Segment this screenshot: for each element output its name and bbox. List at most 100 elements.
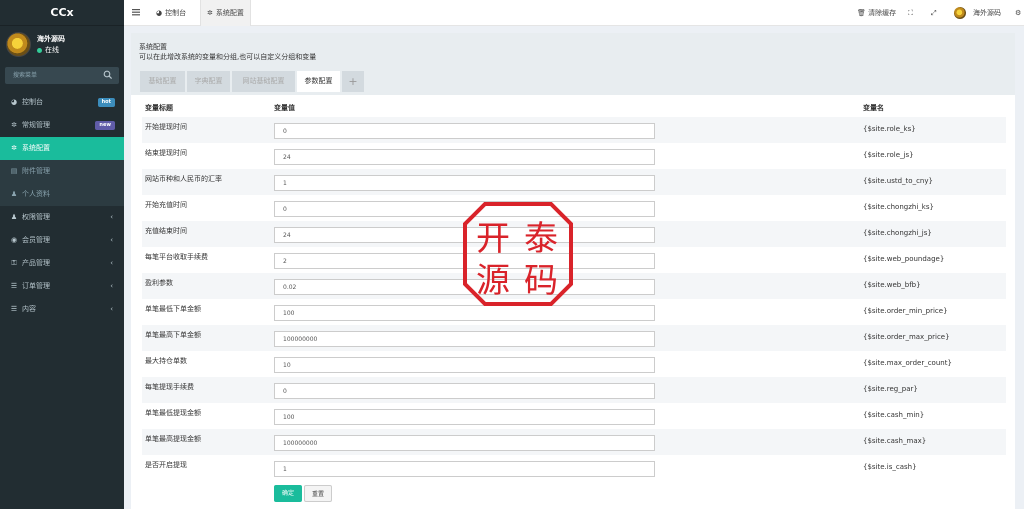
row-label: 单笔最高提现金额 [145,435,201,443]
tab-basic-config[interactable]: 基础配置 [140,71,185,92]
table-row: 结束提现时间 {$site.role_js} [142,143,1006,169]
sidebar-item-label: 系统配置 [22,144,50,152]
file-icon: ▤ [10,167,18,175]
user-name: 海外源码 [37,35,65,43]
table-row: 每笔提现手续费 {$site.reg_par} [142,377,1006,403]
reset-button[interactable]: 重置 [304,485,332,502]
row-label: 单笔最低提现金额 [145,409,201,417]
chevron-left-icon: ‹ [110,305,113,313]
row-value-input[interactable] [274,435,655,451]
list-icon: ☰ [10,282,18,290]
row-variable-name: {$site.ustd_to_cny} [863,177,933,185]
fullscreen-icon[interactable]: ⤢ [931,0,937,26]
table-row: 充值结束时间 {$site.chongzhi_js} [142,221,1006,247]
row-value-input[interactable] [274,409,655,425]
column-header-value: 变量值 [274,104,295,112]
settings-icon[interactable]: ⚙ [1015,0,1021,26]
trash-icon: 🗑︎ [857,9,866,17]
main-content: 系统配置 可以在此增改系统的变量和分组,也可以自定义分组和变量 基础配置 字典配… [131,33,1015,509]
row-label: 是否开启提现 [145,461,187,469]
watermark-stamp: 开 泰 源 码 [463,202,573,306]
row-variable-name: {$site.cash_min} [863,411,925,419]
stamp-char-2: 泰 [524,219,558,259]
row-variable-name: {$site.web_poundage} [863,255,945,263]
tab-dictionary-config[interactable]: 字典配置 [187,71,230,92]
row-value-input[interactable] [274,461,655,477]
row-variable-name: {$site.web_bfb} [863,281,921,289]
user-status-text: 在线 [45,46,59,54]
submit-button[interactable]: 确定 [274,485,302,502]
tab-site-basic-config[interactable]: 网站基础配置 [232,71,295,92]
sidebar-item-2[interactable]: ✲ 系统配置 [0,137,124,160]
sidebar-item-7[interactable]: ⚿ 产品管理 ‹ [0,252,124,275]
sidebar-item-5[interactable]: ♟ 权限管理 ‹ [0,206,124,229]
row-variable-name: {$site.chongzhi_js} [863,229,932,237]
add-tab-button[interactable]: + [342,71,364,92]
row-value-input[interactable] [274,123,655,139]
top-tab-dashboard[interactable]: ◕ 控制台 [150,0,192,26]
row-variable-name: {$site.reg_par} [863,385,918,393]
search-icon[interactable] [103,70,113,80]
sidebar-search [5,67,119,84]
top-tab-system-config[interactable]: ✲ 系统配置 [200,0,251,26]
row-label: 充值结束时间 [145,227,187,235]
gear-icon: ✲ [207,9,213,17]
top-avatar[interactable] [954,7,966,19]
row-variable-name: {$site.order_min_price} [863,307,948,315]
sidebar-item-label: 控制台 [22,98,43,106]
row-label: 盈利参数 [145,279,173,287]
sidebar-item-0[interactable]: ◕ 控制台 hot [0,91,124,114]
sidebar-item-label: 内容 [22,305,36,313]
clear-cache-label: 清除缓存 [868,9,897,17]
sidebar-item-4[interactable]: ♟ 个人资料 [0,183,124,206]
column-header-title: 变量标题 [145,104,173,112]
table-row: 最大持仓单数 {$site.max_order_count} [142,351,1006,377]
app-brand[interactable]: CCx [0,0,124,26]
tab-parameter-config[interactable]: 参数配置 [297,71,340,92]
top-user-name[interactable]: 海外源码 [973,0,1001,26]
row-value-input[interactable] [274,357,655,373]
group-icon: ♟ [10,213,18,221]
table-row: 单笔最高提现金额 {$site.cash_max} [142,429,1006,455]
dashboard-icon: ◕ [10,98,18,106]
avatar [6,32,31,57]
table-row: 开始提现时间 {$site.role_ks} [142,117,1006,143]
top-tab-label: 控制台 [165,9,187,17]
row-value-input[interactable] [274,305,655,321]
row-value-input[interactable] [274,383,655,399]
list-icon: ☰ [10,305,18,313]
search-input[interactable] [5,67,99,84]
sidebar-item-label: 常规管理 [22,121,50,129]
table-row: 是否开启提现 {$site.is_cash} [142,455,1006,481]
sidebar-item-1[interactable]: ✲ 常规管理 new [0,114,124,137]
row-variable-name: {$site.cash_max} [863,437,927,445]
user-icon: ♟ [10,190,18,198]
stamp-char-1: 开 [476,219,510,259]
row-variable-name: {$site.is_cash} [863,463,917,471]
online-dot-icon [37,47,42,53]
row-value-input[interactable] [274,175,655,191]
dashboard-icon: ◕ [156,9,163,17]
row-label: 每笔提现手续费 [145,383,194,391]
sidebar-item-6[interactable]: ◉ 会员管理 ‹ [0,229,124,252]
sidebar-item-8[interactable]: ☰ 订单管理 ‹ [0,275,124,298]
top-header: ◕ 控制台 ✲ 系统配置 🗑︎ 清除缓存 ⛶ ⤢ 海外源码 ⚙ [124,0,1024,26]
row-value-input[interactable] [274,331,655,347]
sidebar-item-3[interactable]: ▤ 附件管理 [0,160,124,183]
row-variable-name: {$site.chongzhi_ks} [863,203,934,211]
chevron-left-icon: ‹ [110,236,113,244]
row-value-input[interactable] [274,149,655,165]
sidebar-item-label: 附件管理 [22,167,50,175]
row-label: 单笔最低下单金额 [145,305,201,313]
clear-cache-button[interactable]: 🗑︎ 清除缓存 [857,0,896,26]
translate-icon[interactable]: ⛶ [908,0,913,26]
row-label: 开始充值时间 [145,201,187,209]
sidebar-item-9[interactable]: ☰ 内容 ‹ [0,298,124,321]
table-row: 单笔最高下单金额 {$site.order_max_price} [142,325,1006,351]
row-variable-name: {$site.order_max_price} [863,333,950,341]
gear-icon: ✲ [11,144,17,152]
table-row: 网站币种和人民币的汇率 {$site.ustd_to_cny} [142,169,1006,195]
chevron-left-icon: ‹ [110,259,113,267]
menu-toggle-icon[interactable] [131,7,141,17]
table-row: 单笔最低提现金额 {$site.cash_min} [142,403,1006,429]
